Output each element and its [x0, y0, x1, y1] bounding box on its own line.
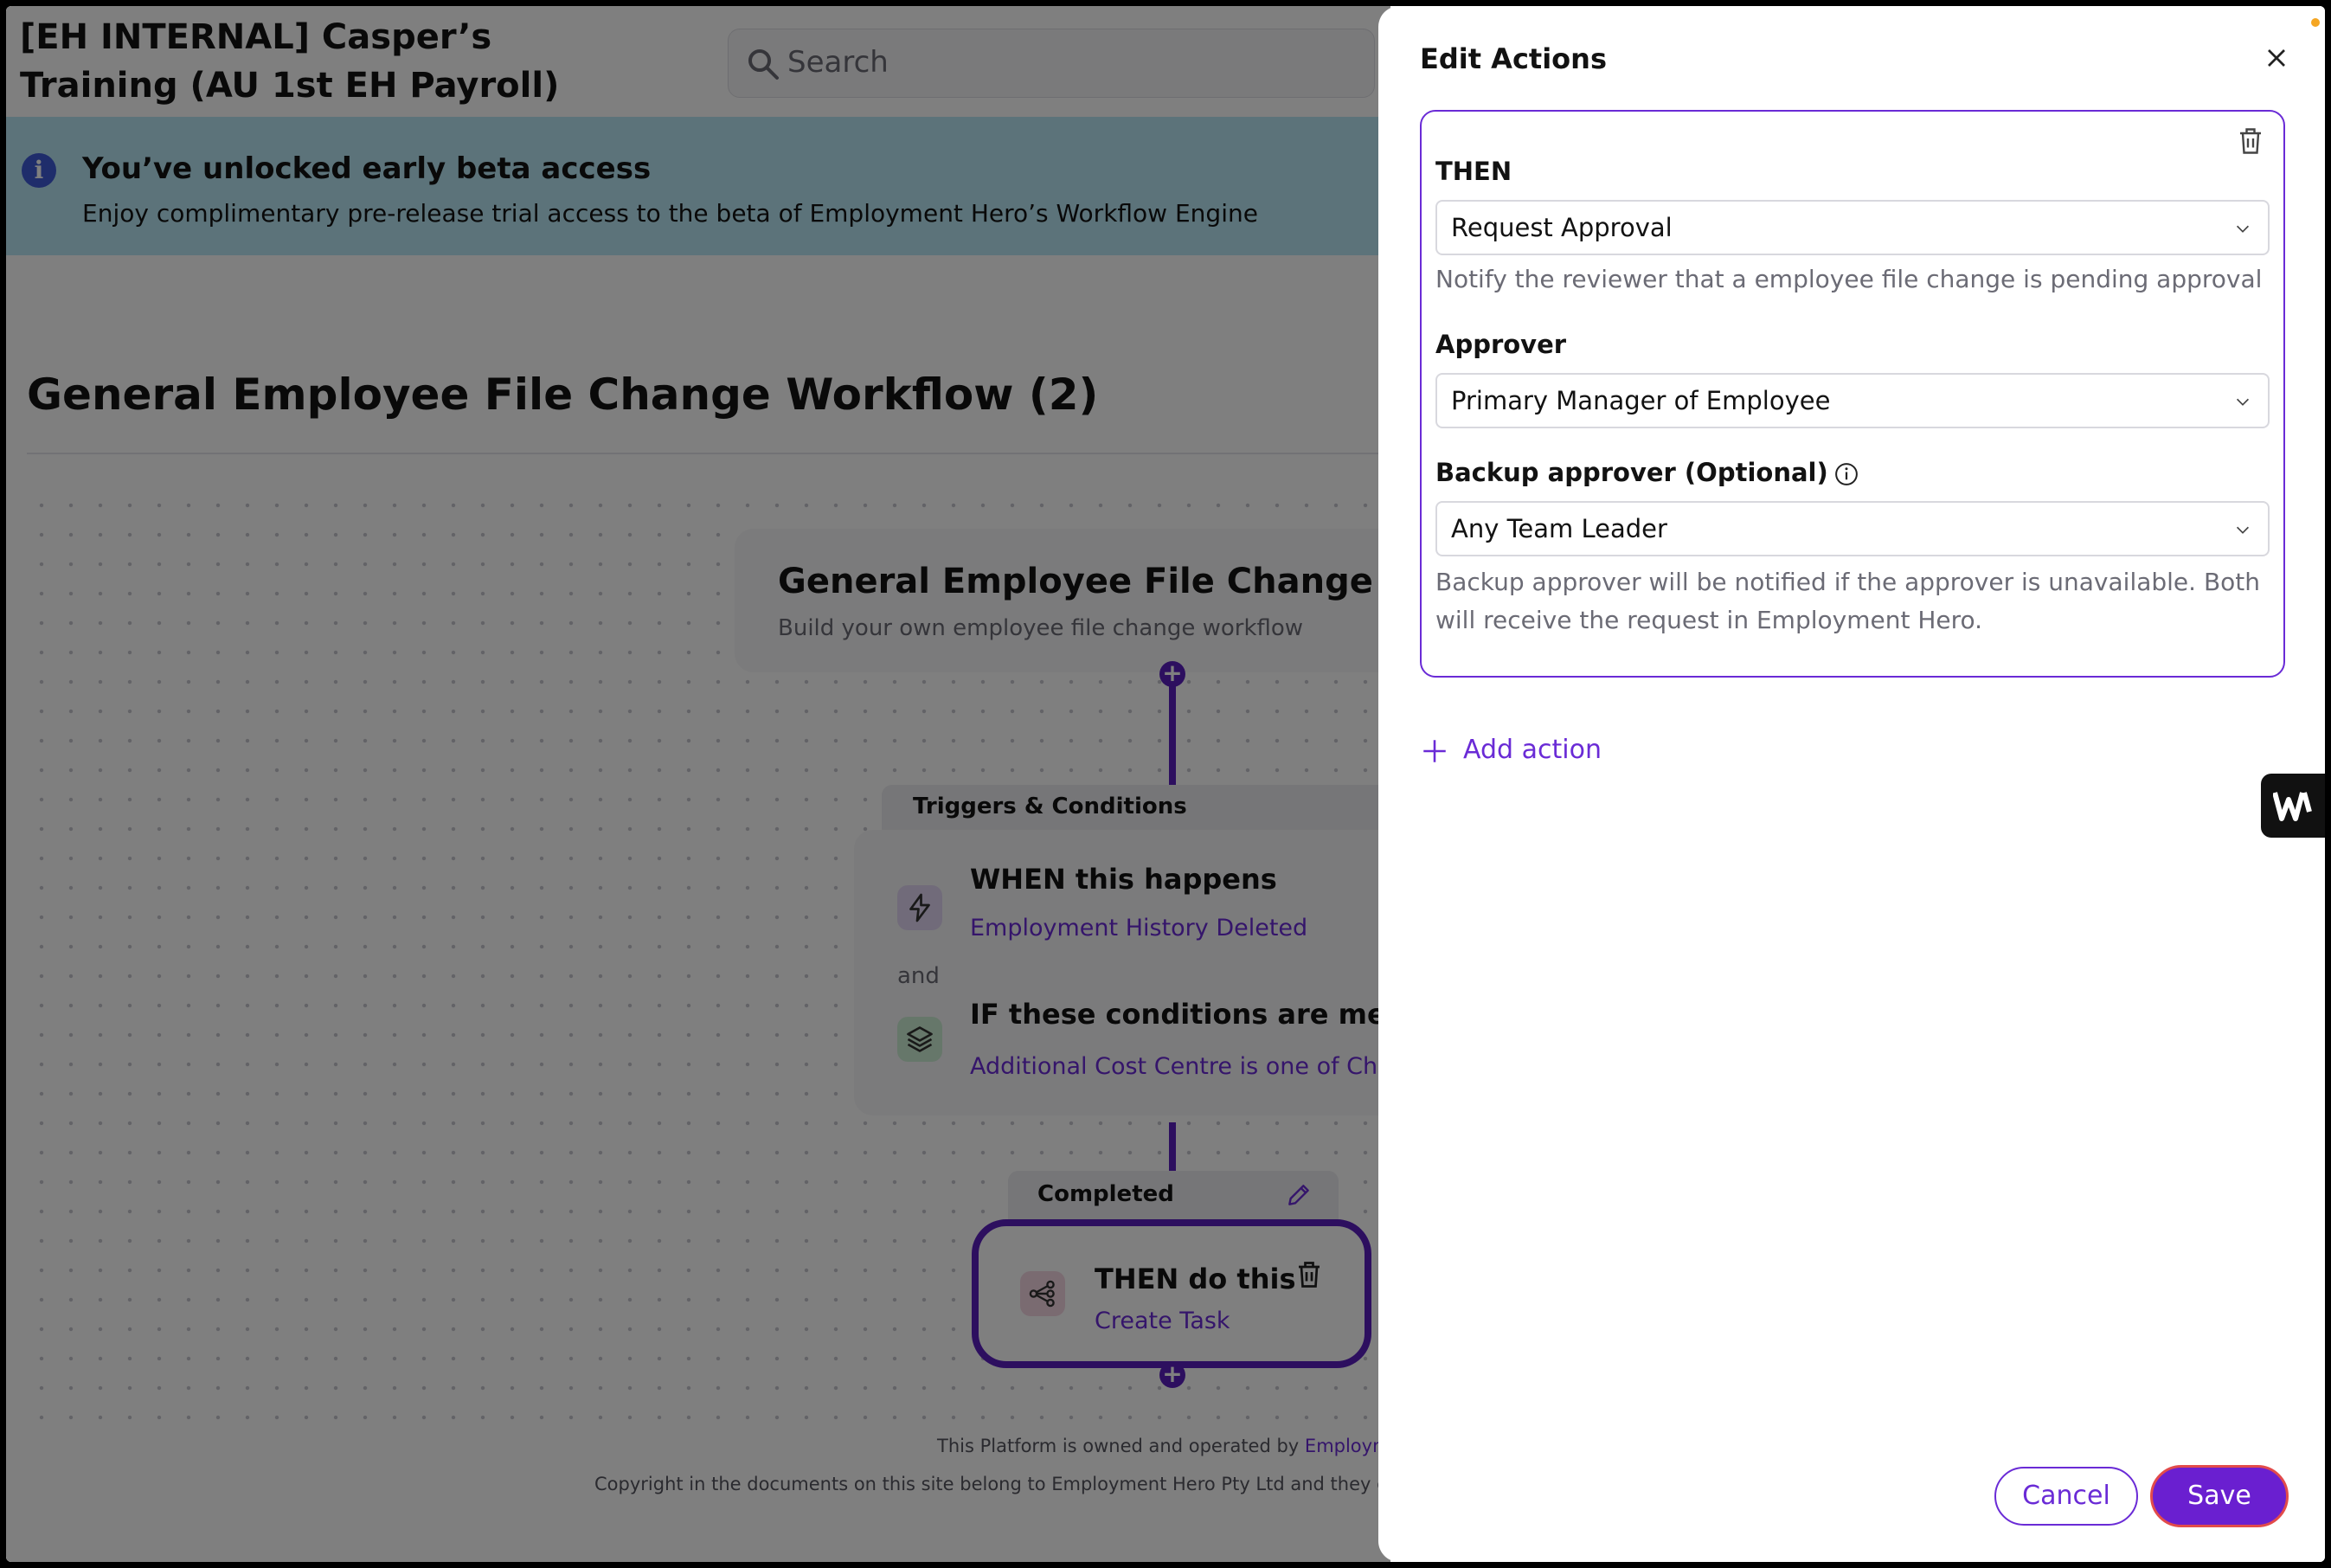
- approver-label: Approver: [1435, 330, 1567, 359]
- then-action-value: Request Approval: [1451, 213, 1673, 242]
- action-card: THEN Request Approval Notify the reviewe…: [1420, 110, 2285, 678]
- then-action-select[interactable]: Request Approval: [1435, 200, 2270, 255]
- edit-actions-drawer: Edit Actions THEN Request Approval Notif…: [1378, 6, 2325, 1562]
- plus-icon: [1423, 740, 1446, 762]
- modal-backdrop[interactable]: [6, 6, 1390, 1562]
- w-logo-icon[interactable]: [2261, 774, 2325, 838]
- backup-approver-label: Backup approver (Optional): [1435, 458, 1828, 487]
- backup-approver-label-row: Backup approver (Optional): [1435, 458, 1859, 487]
- approver-select[interactable]: Primary Manager of Employee: [1435, 373, 2270, 428]
- chevron-down-icon: [2236, 225, 2250, 233]
- approver-value: Primary Manager of Employee: [1451, 386, 1831, 415]
- drawer-title: Edit Actions: [1420, 42, 1607, 75]
- chevron-down-icon: [2236, 398, 2250, 406]
- backup-approver-help: Backup approver will be notified if the …: [1435, 568, 2261, 634]
- info-icon[interactable]: [1833, 461, 1859, 487]
- chevron-down-icon: [2236, 526, 2250, 534]
- then-action-help: Notify the reviewer that a employee file…: [1435, 265, 2263, 293]
- save-button[interactable]: Save: [2150, 1465, 2289, 1527]
- app-window: [EH INTERNAL] Casper’s Training (AU 1st …: [6, 6, 2325, 1562]
- backup-approver-value: Any Team Leader: [1451, 514, 1667, 543]
- close-icon[interactable]: [2261, 42, 2292, 74]
- then-label: THEN: [1435, 157, 1512, 186]
- backup-approver-select[interactable]: Any Team Leader: [1435, 501, 2270, 556]
- notification-dot: [2311, 18, 2320, 27]
- workflow-page: [EH INTERNAL] Casper’s Training (AU 1st …: [6, 6, 1577, 1562]
- cancel-button[interactable]: Cancel: [1994, 1467, 2138, 1526]
- trash-icon[interactable]: [2235, 125, 2266, 157]
- add-action-label: Add action: [1463, 735, 1602, 765]
